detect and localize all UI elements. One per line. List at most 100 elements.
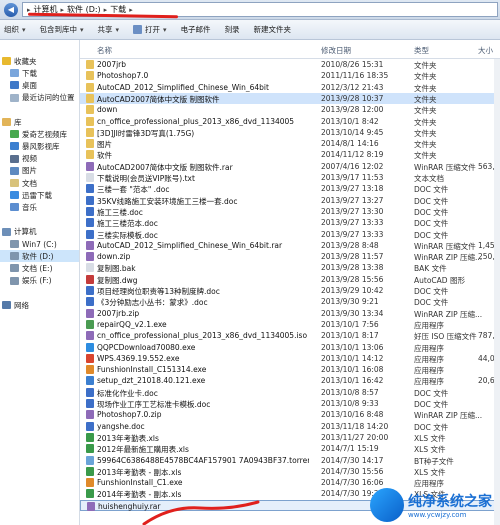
organize-button[interactable]: 组织 ▾ [4, 24, 26, 35]
column-type[interactable]: 类型 [414, 45, 429, 56]
file-icon [86, 252, 94, 262]
new-folder-button[interactable]: 新建文件夹 [254, 24, 292, 35]
file-date: 2013/10/1 16:08 [321, 365, 384, 375]
file-row[interactable]: down.zip 2013/9/28 11:57 WinRAR ZIP 压缩... 2… [80, 251, 500, 262]
column-name[interactable]: 名称 [97, 45, 112, 56]
file-row[interactable]: cn_office_professional_plus_2013_x86_dvd… [80, 116, 500, 127]
file-icon [86, 308, 94, 318]
file-date: 2014/8/1 14:16 [321, 139, 379, 149]
file-icon [86, 184, 94, 194]
folder-icon [86, 127, 94, 137]
sidebar-item-label: 迅雷下载 [22, 190, 52, 200]
file-date: 2012/3/12 21:43 [321, 82, 384, 92]
file-row[interactable]: AutoCAD2007简体中文版 制图软件 2013/9/28 10:37 文件夹 [80, 92, 500, 104]
file-row[interactable]: cn_office_professional_plus_2013_x86_dvd… [80, 330, 500, 341]
sidebar-item[interactable]: 库 [0, 116, 22, 128]
file-row[interactable]: 软件 2014/11/12 8:19 文件夹 [80, 149, 500, 160]
file-row[interactable]: 现场作业工序工艺标准卡模板.doc 2013/10/8 9:33 DOC 文件 [80, 398, 500, 409]
column-size[interactable]: 大小 [478, 45, 493, 56]
sidebar-item-label: 音乐 [22, 202, 37, 212]
open-button[interactable]: 打开 ▾ [133, 24, 167, 35]
file-row[interactable]: 2013年考勤表.xls 2013/11/27 20:00 XLS 文件 [80, 432, 500, 443]
sidebar-item[interactable]: 计算机 [0, 226, 37, 238]
back-button[interactable]: ◀ [4, 2, 18, 17]
file-row[interactable]: 标准化作业卡.doc 2013/10/8 8:57 DOC 文件 [80, 387, 500, 398]
sidebar-item-label: 视频 [22, 154, 37, 164]
file-row[interactable]: 三楼一套 "范本" .doc 2013/9/27 13:18 DOC 文件 [80, 183, 500, 194]
sidebar-item[interactable]: 娱乐 (F:) [0, 275, 52, 287]
sidebar-item[interactable]: 音乐 [0, 201, 37, 213]
file-row[interactable]: 35KV线路施工安装环境施工三楼一套.doc 2013/9/27 13:27 DOC… [80, 195, 500, 206]
file-row[interactable]: AutoCAD2007简体中文版 制图软件.rar 2007/4/16 12:02… [80, 161, 500, 172]
file-row[interactable]: 2013年考勤表 - 副本.xls 2014/7/30 15:56 XLS 文件 [80, 466, 500, 477]
vertical-scrollbar[interactable] [494, 59, 500, 525]
file-row[interactable]: 三楼实际模板.doc 2013/9/27 13:33 DOC 文件 [80, 229, 500, 240]
file-row[interactable]: 2007jrb.zip 2013/9/30 13:34 WinRAR ZIP 压缩.… [80, 308, 500, 319]
file-row[interactable]: repairQQ_v2.1.exe 2013/10/1 7:56 应用程序 [80, 319, 500, 330]
file-row[interactable]: 复制图.bak 2013/9/28 13:38 BAK 文件 [80, 262, 500, 273]
sidebar-item[interactable]: 文档 [0, 177, 37, 189]
sidebar-item[interactable]: 图片 [0, 165, 37, 177]
folder-icon [86, 71, 94, 81]
file-icon [86, 319, 94, 329]
file-icon [86, 274, 94, 284]
file-name: setup_dzt_21018.40.121.exe [97, 376, 206, 386]
sidebar-item[interactable]: 最近访问的位置 [0, 92, 75, 104]
email-button[interactable]: 电子邮件 [181, 24, 211, 35]
sidebar-item[interactable]: 桌面 [0, 79, 37, 91]
file-date: 2013/9/27 13:27 [321, 195, 384, 205]
sidebar-item-label: 桌面 [22, 80, 37, 90]
file-icon [86, 478, 94, 488]
file-row[interactable]: FunshionInstall_C151314.exe 2013/10/1 16:… [80, 364, 500, 375]
file-icon [86, 387, 94, 397]
sidebar-item[interactable]: Win7 (C:) [0, 238, 57, 250]
star-icon [2, 57, 11, 65]
column-date[interactable]: 修改日期 [321, 45, 351, 56]
file-row[interactable]: QQPCDownload70080.exe 2013/10/1 13:06 应用程序 [80, 342, 500, 353]
file-row[interactable]: [3D]JI时雷锋3D写真(1.75G) 2013/10/14 9:45 文件夹 [80, 127, 500, 138]
file-row[interactable]: 复制图.dwg 2013/9/28 15:56 AutoCAD 图形 [80, 274, 500, 285]
file-icon [86, 466, 94, 476]
sidebar-item[interactable]: 迅雷下载 [0, 189, 52, 201]
file-row[interactable]: yangshe.doc 2013/11/18 14:20 DOC 文件 [80, 421, 500, 432]
file-row[interactable]: down 2013/9/28 12:00 文件夹 [80, 104, 500, 115]
sidebar-item[interactable]: 下载 [0, 67, 37, 79]
sidebar-item[interactable]: 网络 [0, 299, 29, 311]
watermark-logo [370, 488, 404, 522]
drive-icon [10, 276, 19, 285]
include-in-library-button[interactable]: 包含到库中 ▾ [40, 24, 84, 35]
file-row[interactable]: WPS.4369.19.552.exe 2013/10/1 14:12 应用程序 44… [80, 353, 500, 364]
file-row[interactable]: 《3分钟励志小丛书：蒙求》.doc 2013/9/30 9:21 DOC 文件 [80, 296, 500, 307]
file-row[interactable]: 2012年最新施工購用表.xls 2014/7/1 15:19 XLS 文件 [80, 443, 500, 454]
share-button[interactable]: 共享 ▾ [98, 24, 120, 35]
sidebar-item[interactable]: 视频 [0, 153, 37, 165]
file-date: 2013/10/1 7:56 [321, 319, 379, 329]
desktop-icon [10, 81, 19, 90]
watermark-url: www.ycwjzy.com [408, 511, 467, 519]
file-row[interactable]: 2007jrb 2010/8/26 15:31 文件夹 [80, 59, 500, 70]
file-icon [86, 432, 94, 442]
file-row[interactable]: AutoCAD_2012_Simplified_Chinese_Win_64bi… [80, 240, 500, 251]
sidebar-item[interactable]: 文档 (E:) [0, 262, 53, 274]
file-row[interactable]: 施工三楼.doc 2013/9/27 13:30 DOC 文件 [80, 206, 500, 217]
sidebar-item[interactable]: 收藏夹 [0, 55, 37, 67]
file-row[interactable]: setup_dzt_21018.40.121.exe 2013/10/1 16:4… [80, 375, 500, 386]
file-row[interactable]: AutoCAD_2012_Simplified_Chinese_Win_64bi… [80, 82, 500, 93]
music-icon [10, 203, 19, 212]
file-icon [86, 455, 94, 465]
sidebar-item[interactable]: 爱奇艺视频库 [0, 128, 67, 140]
file-row[interactable]: 图片 2014/8/1 14:16 文件夹 [80, 138, 500, 149]
sidebar-item[interactable]: 软件 (D:) [0, 250, 79, 263]
file-row[interactable]: 59964C6386488E4578BC4AF157901 7A0943BF37… [80, 455, 500, 466]
file-row[interactable]: 项目经理岗位职责等13种制度牌.doc 2013/9/29 10:42 DOC 文件 [80, 285, 500, 296]
file-date: 2013/10/1 13:06 [321, 342, 384, 352]
file-date: 2013/10/1 16:42 [321, 376, 384, 386]
file-name: AutoCAD_2012_Simplified_Chinese_Win_64bi… [97, 82, 269, 92]
burn-button[interactable]: 刻录 [225, 24, 240, 35]
file-row[interactable]: Photoshop7.0 2011/11/16 18:35 文件夹 [80, 70, 500, 81]
file-row[interactable]: 施工三楼范本.doc 2013/9/27 13:33 DOC 文件 [80, 217, 500, 228]
command-toolbar: 组织 ▾ 包含到库中 ▾ 共享 ▾ 打开 ▾ 电子邮件 刻录 新建文件夹 [0, 20, 500, 40]
file-row[interactable]: Photoshop7.0.zip 2013/10/16 8:48 WinRAR ZI… [80, 409, 500, 420]
sidebar-item[interactable]: 暴风影视库 [0, 140, 60, 152]
file-row[interactable]: 下载说明(会员送VIP账号).txt 2013/9/17 11:53 文本文档 [80, 172, 500, 183]
